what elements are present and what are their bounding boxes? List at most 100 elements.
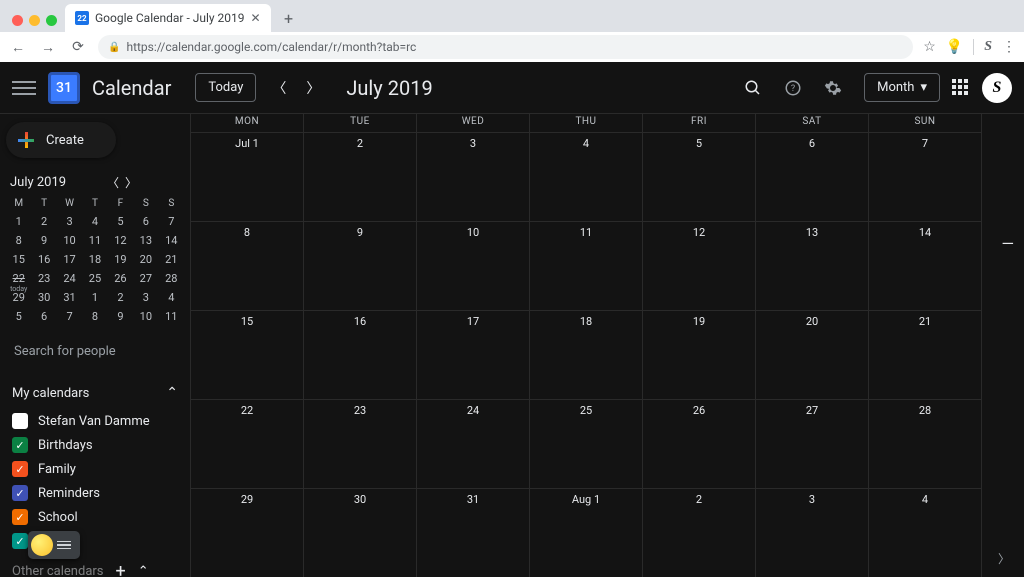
mini-day[interactable]: 6 [31, 307, 56, 326]
mini-day[interactable]: 30 [31, 288, 56, 307]
close-window-icon[interactable] [12, 15, 23, 26]
mini-day[interactable]: 25 [82, 269, 107, 288]
mini-day[interactable]: 4 [82, 212, 107, 231]
day-cell[interactable]: 8 [190, 221, 303, 310]
view-switcher[interactable]: Month ▾ [864, 73, 940, 102]
mini-day[interactable]: 9 [108, 307, 133, 326]
day-cell[interactable]: 2 [303, 132, 416, 221]
mini-day[interactable]: 4 [159, 288, 184, 307]
day-cell[interactable]: 4 [529, 132, 642, 221]
mini-day[interactable]: 14 [159, 231, 184, 250]
create-button[interactable]: Create [6, 122, 116, 158]
add-calendar-button[interactable]: + [116, 561, 126, 577]
day-cell[interactable]: 2 [642, 488, 755, 577]
day-cell[interactable]: 5 [642, 132, 755, 221]
search-people-input[interactable]: Search for people [6, 326, 184, 377]
calendar-checkbox[interactable]: ✓ [12, 437, 28, 453]
day-cell[interactable]: 20 [755, 310, 868, 399]
day-cell[interactable]: 13 [755, 221, 868, 310]
mini-day[interactable]: 10 [57, 231, 82, 250]
mini-day[interactable]: 27 [133, 269, 158, 288]
next-period-button[interactable]: 〉 [302, 78, 324, 98]
account-avatar[interactable]: S [982, 73, 1012, 103]
day-cell[interactable]: 12 [642, 221, 755, 310]
day-cell[interactable]: 15 [190, 310, 303, 399]
mini-day[interactable]: 12 [108, 231, 133, 250]
help-icon[interactable]: ? [784, 79, 812, 97]
mini-day[interactable]: 13 [133, 231, 158, 250]
day-cell[interactable]: Jul 1 [190, 132, 303, 221]
month-grid[interactable]: MONTUEWEDTHUFRISATSUNJul 123456789101112… [190, 114, 981, 577]
day-cell[interactable]: 11 [529, 221, 642, 310]
mini-day[interactable]: 15 [6, 250, 31, 269]
mini-day[interactable]: 8 [6, 231, 31, 250]
mini-next-button[interactable]: 〉 [125, 174, 137, 191]
day-cell[interactable]: 4 [868, 488, 981, 577]
calendar-checkbox[interactable]: ✓ [12, 533, 28, 549]
mini-day[interactable]: 2 [108, 288, 133, 307]
mini-day[interactable]: 26 [108, 269, 133, 288]
day-cell[interactable]: 26 [642, 399, 755, 488]
day-cell[interactable]: 29 [190, 488, 303, 577]
address-bar[interactable]: 🔒 https://calendar.google.com/calendar/r… [98, 35, 913, 59]
day-cell[interactable]: Aug 1 [529, 488, 642, 577]
mini-day[interactable]: 5 [108, 212, 133, 231]
mini-day[interactable]: 20 [133, 250, 158, 269]
mini-day[interactable]: 21 [159, 250, 184, 269]
mini-day[interactable]: 6 [133, 212, 158, 231]
day-cell[interactable]: 14 [868, 221, 981, 310]
mini-day[interactable]: 10 [133, 307, 158, 326]
mini-day[interactable]: 3 [57, 212, 82, 231]
minimize-window-icon[interactable] [29, 15, 40, 26]
new-tab-button[interactable]: + [277, 6, 301, 30]
mini-day[interactable]: 2 [31, 212, 56, 231]
mini-day[interactable]: 7 [57, 307, 82, 326]
mini-day[interactable]: 9 [31, 231, 56, 250]
mini-prev-button[interactable]: 〈 [107, 174, 119, 191]
mini-day[interactable]: 31 [57, 288, 82, 307]
day-cell[interactable]: 25 [529, 399, 642, 488]
mini-day[interactable]: 16 [31, 250, 56, 269]
mini-day[interactable]: 19 [108, 250, 133, 269]
day-cell[interactable]: 31 [416, 488, 529, 577]
today-button[interactable]: Today [195, 73, 256, 102]
calendar-checkbox[interactable] [12, 413, 28, 429]
browser-tab[interactable]: 22 Google Calendar - July 2019 ✕ [65, 4, 271, 32]
mini-day[interactable]: 22 [6, 269, 31, 288]
mini-day[interactable]: 17 [57, 250, 82, 269]
day-cell[interactable]: 23 [303, 399, 416, 488]
star-icon[interactable]: ☆ [923, 39, 936, 55]
day-cell[interactable]: 17 [416, 310, 529, 399]
day-cell[interactable]: 16 [303, 310, 416, 399]
day-cell[interactable]: 7 [868, 132, 981, 221]
mini-day[interactable]: 11 [159, 307, 184, 326]
day-cell[interactable]: 3 [755, 488, 868, 577]
show-side-panel-button[interactable]: 〉 [998, 550, 1010, 567]
prev-period-button[interactable]: 〈 [268, 78, 290, 98]
mini-day[interactable]: 1 [82, 288, 107, 307]
calendar-checkbox[interactable]: ✓ [12, 485, 28, 501]
maximize-window-icon[interactable] [46, 15, 57, 26]
my-calendars-header[interactable]: My calendars ⌃ [6, 377, 184, 409]
calendar-item[interactable]: ✓Birthdays [6, 433, 184, 457]
day-cell[interactable]: 3 [416, 132, 529, 221]
calendar-item[interactable]: ✓School [6, 505, 184, 529]
day-cell[interactable]: 30 [303, 488, 416, 577]
mini-day[interactable]: 7 [159, 212, 184, 231]
day-cell[interactable]: 9 [303, 221, 416, 310]
day-cell[interactable]: 10 [416, 221, 529, 310]
back-button[interactable]: ← [8, 39, 28, 56]
profile-icon[interactable]: S [984, 39, 992, 55]
mini-day[interactable]: 28 [159, 269, 184, 288]
mini-calendar[interactable]: MTWTFSS123456789101112131415161718192021… [6, 195, 184, 326]
day-cell[interactable]: 6 [755, 132, 868, 221]
mini-day[interactable]: 3 [133, 288, 158, 307]
extension-icon[interactable]: 💡 [946, 39, 963, 55]
mini-day[interactable]: 5 [6, 307, 31, 326]
mini-day[interactable]: 1 [6, 212, 31, 231]
mini-day[interactable]: 23 [31, 269, 56, 288]
day-cell[interactable]: 22 [190, 399, 303, 488]
day-cell[interactable]: 24 [416, 399, 529, 488]
calendar-checkbox[interactable]: ✓ [12, 509, 28, 525]
day-cell[interactable]: 28 [868, 399, 981, 488]
